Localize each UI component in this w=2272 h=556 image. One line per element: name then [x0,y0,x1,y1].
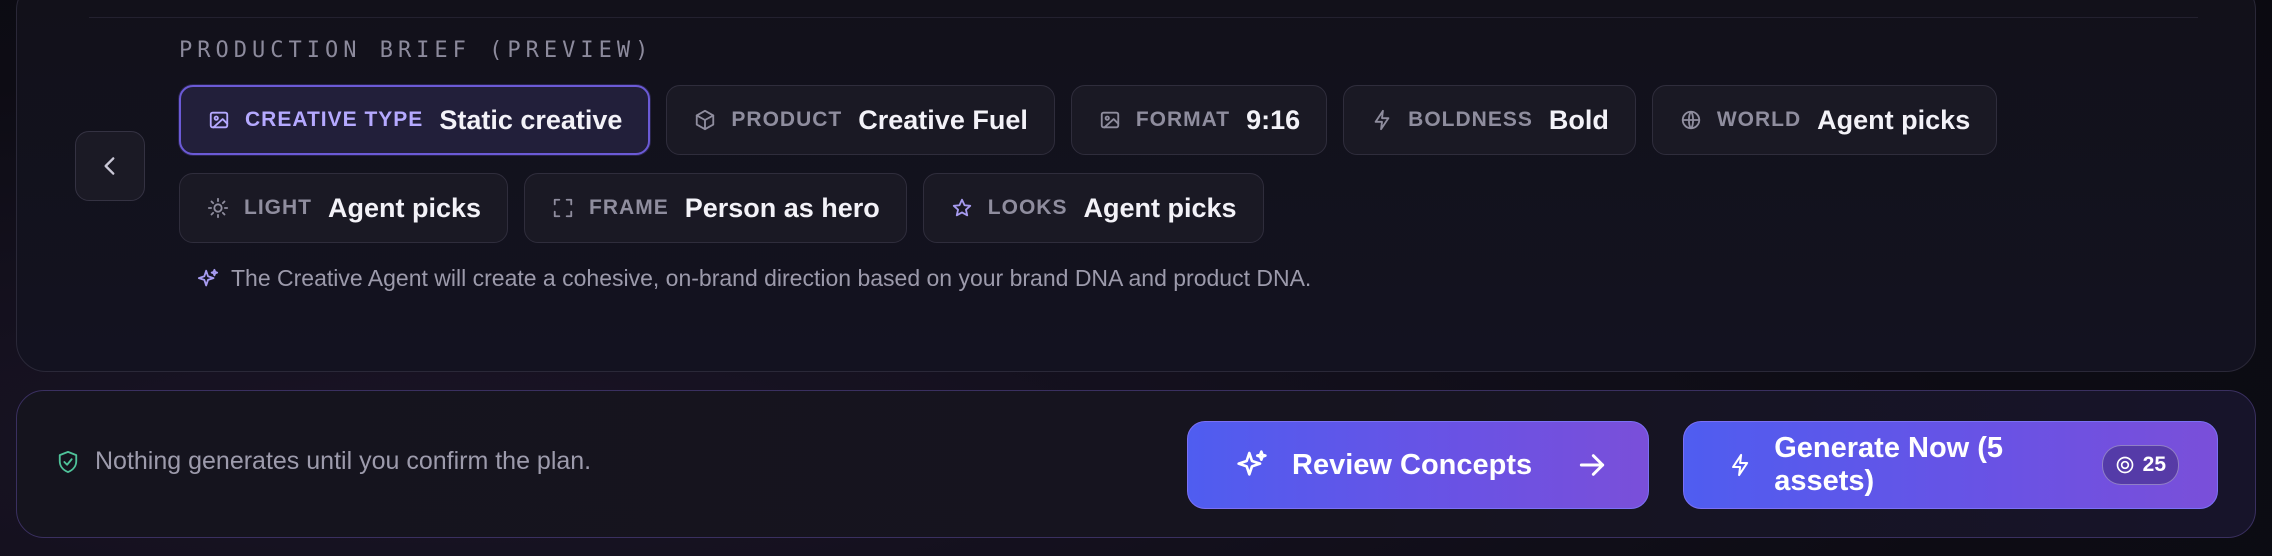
image-icon [1098,108,1122,132]
chip-frame[interactable]: FRAME Person as hero [524,173,907,243]
credit-count: 25 [2142,453,2166,476]
coin-icon [2116,456,2133,474]
chip-value: Static creative [439,104,623,135]
chip-label: FORMAT [1135,108,1231,131]
chip-label: LOOKS [987,196,1068,219]
chip-creative-type[interactable]: CREATIVE TYPE Static creative [179,85,651,155]
chip-looks[interactable]: LOOKS Agent picks [922,173,1264,243]
chip-label: BOLDNESS [1408,108,1533,131]
chip-value: Agent picks [1083,192,1237,223]
agent-note: The Creative Agent will create a cohesiv… [197,265,1311,292]
chip-product[interactable]: PRODUCT Creative Fuel [666,85,1055,155]
chip-light[interactable]: LIGHT Agent picks [179,173,509,243]
brief-chips-row-2: LIGHT Agent picks FRAME Person as hero L… [179,173,1264,243]
chevron-left-icon [104,157,115,175]
generate-now-label: Generate Now (5 assets) [1774,432,2004,497]
confirm-note: Nothing generates until you confirm the … [57,447,591,476]
agent-note-text: The Creative Agent will create a cohesiv… [231,265,1312,291]
back-button[interactable] [75,131,145,201]
chip-value: Agent picks [328,192,482,223]
arrow-right-icon [1576,449,1608,481]
chip-label: LIGHT [244,196,312,219]
action-footer: Nothing generates until you confirm the … [16,390,2256,538]
star-icon [950,196,974,220]
globe-icon [1679,108,1703,132]
chip-label: PRODUCT [731,108,843,131]
image-icon [207,108,231,132]
credit-badge: 25 [2101,445,2179,485]
divider [89,17,2198,18]
chip-value: Creative Fuel [858,104,1028,135]
lightning-icon [1370,108,1394,132]
brief-chips-row-1: CREATIVE TYPE Static creative PRODUCT Cr… [179,85,1998,155]
review-concepts-button[interactable]: Review Concepts [1187,421,1649,509]
chip-label: CREATIVE TYPE [245,108,424,131]
chip-value: 9:16 [1246,104,1301,135]
chip-boldness[interactable]: BOLDNESS Bold [1343,85,1636,155]
lightning-icon [1732,453,1749,477]
review-concepts-label: Review Concepts [1292,448,1533,481]
chip-world[interactable]: WORLD Agent picks [1651,85,1998,155]
brief-title: PRODUCTION BRIEF (PREVIEW) [179,38,654,63]
box-icon [693,108,717,132]
sparkle-icon [1237,450,1267,476]
chip-format[interactable]: FORMAT 9:16 [1070,85,1328,155]
production-brief-panel: PRODUCTION BRIEF (PREVIEW) CREATIVE TYPE… [16,0,2256,372]
chip-label: FRAME [589,196,669,219]
chip-label: WORLD [1716,108,1802,131]
chip-value: Agent picks [1817,104,1971,135]
confirm-note-text: Nothing generates until you confirm the … [95,447,592,475]
generate-now-button[interactable]: Generate Now (5 assets) 25 [1683,421,2218,509]
shield-check-icon [58,450,78,473]
sun-icon [206,196,230,220]
chip-value: Person as hero [684,192,880,223]
sparkle-icon [197,268,219,286]
chip-value: Bold [1548,104,1609,135]
frame-icon [551,196,575,220]
